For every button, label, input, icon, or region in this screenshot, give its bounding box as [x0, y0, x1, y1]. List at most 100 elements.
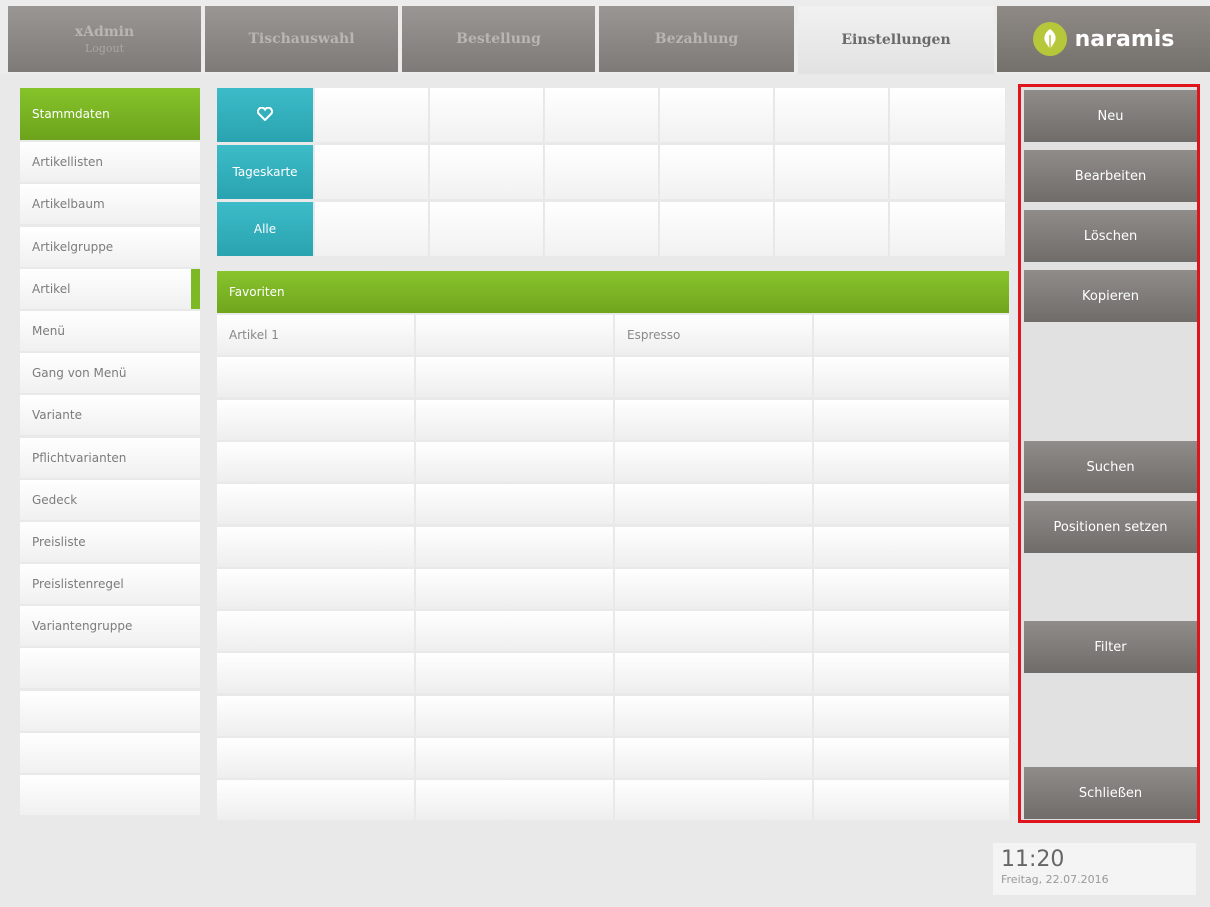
favorite-cell[interactable] [217, 399, 414, 440]
category-cell[interactable] [545, 202, 659, 256]
favorite-cell[interactable] [615, 357, 812, 398]
favorite-cell[interactable] [814, 399, 1009, 440]
tab-tischauswahl[interactable]: Tischauswahl [205, 6, 398, 72]
sidebar-item-variantengruppe[interactable]: Variantengruppe [20, 606, 200, 647]
favorite-cell[interactable] [615, 695, 812, 736]
favorite-cell[interactable] [217, 484, 414, 525]
category-cell[interactable] [660, 145, 774, 199]
category-cell[interactable] [315, 202, 429, 256]
category-cell[interactable] [430, 88, 544, 142]
tab-bestellung[interactable]: Bestellung [402, 6, 595, 72]
favorite-cell[interactable] [217, 780, 414, 821]
sidebar-item-preislistenregel[interactable]: Preislistenregel [20, 564, 200, 605]
favorite-cell[interactable] [615, 526, 812, 567]
favorite-cell[interactable] [814, 611, 1009, 652]
favorite-cell[interactable] [416, 357, 613, 398]
sidebar-item-artikelgruppe[interactable]: Artikelgruppe [20, 226, 200, 267]
close-button[interactable]: Schließen [1024, 767, 1197, 819]
sidebar-item-gang-von-menu[interactable]: Gang von Menü [20, 353, 200, 394]
favorite-cell[interactable] [615, 484, 812, 525]
favorite-cell[interactable] [217, 738, 414, 778]
favorite-cell[interactable]: Artikel 1 [217, 315, 414, 355]
favorite-cell[interactable] [416, 399, 613, 440]
sidebar-item-pflichtvarianten[interactable]: Pflichtvarianten [20, 437, 200, 478]
sidebar-item-empty[interactable] [20, 732, 200, 773]
favorite-cell[interactable] [814, 568, 1009, 609]
favorite-cell[interactable] [814, 357, 1009, 398]
favorite-cell[interactable] [615, 441, 812, 482]
tab-bezahlung[interactable]: Bezahlung [599, 6, 794, 72]
category-cell[interactable] [315, 145, 429, 199]
delete-button[interactable]: Löschen [1024, 210, 1197, 262]
sidebar-item-variante[interactable]: Variante [20, 395, 200, 436]
category-cell[interactable] [890, 145, 1006, 199]
favorite-cell[interactable] [615, 399, 812, 440]
favorite-cell[interactable] [416, 315, 613, 355]
category-cell[interactable] [775, 88, 889, 142]
favorite-cell[interactable] [416, 611, 613, 652]
tageskarte-category-button[interactable]: Tageskarte [217, 145, 313, 199]
category-cell[interactable] [315, 88, 429, 142]
favorite-cell[interactable] [615, 653, 812, 694]
logout-link[interactable]: Logout [85, 42, 124, 55]
favorite-cell[interactable] [615, 611, 812, 652]
category-cell[interactable] [775, 145, 889, 199]
favorite-cell[interactable] [416, 780, 613, 821]
sidebar-item-preisliste[interactable]: Preisliste [20, 521, 200, 562]
favorite-cell[interactable] [217, 653, 414, 694]
favorite-cell[interactable] [814, 695, 1009, 736]
category-cell[interactable] [775, 202, 889, 256]
set-positions-button[interactable]: Positionen setzen [1024, 501, 1197, 553]
favorite-cell[interactable] [615, 738, 812, 778]
alle-category-button[interactable]: Alle [217, 202, 313, 256]
category-cell[interactable] [890, 88, 1006, 142]
category-cell[interactable] [545, 88, 659, 142]
favorite-cell[interactable]: Espresso [615, 315, 812, 355]
sidebar-item-artikel[interactable]: Artikel [20, 268, 200, 309]
favorite-cell[interactable] [416, 484, 613, 525]
favorite-cell[interactable] [814, 441, 1009, 482]
favorite-cell[interactable] [615, 568, 812, 609]
filter-button[interactable]: Filter [1024, 621, 1197, 673]
favorite-cell[interactable] [416, 738, 613, 778]
favorite-cell[interactable] [814, 780, 1009, 821]
favorite-cell[interactable] [217, 357, 414, 398]
sidebar-item-empty[interactable] [20, 648, 200, 689]
sidebar-item-stammdaten[interactable]: Stammdaten [20, 88, 200, 140]
sidebar-item-empty[interactable] [20, 775, 200, 815]
sidebar-item-empty[interactable] [20, 690, 200, 731]
category-cell[interactable] [660, 202, 774, 256]
category-cell[interactable] [890, 202, 1006, 256]
category-cell[interactable] [660, 88, 774, 142]
favorite-cell[interactable] [217, 568, 414, 609]
favorite-cell[interactable] [217, 695, 414, 736]
favorite-cell[interactable] [416, 695, 613, 736]
edit-button[interactable]: Bearbeiten [1024, 150, 1197, 202]
favorites-category-button[interactable] [217, 88, 313, 142]
search-button[interactable]: Suchen [1024, 441, 1197, 493]
sidebar-item-menu[interactable]: Menü [20, 310, 200, 351]
tab-einstellungen[interactable]: Einstellungen [798, 6, 994, 74]
favorite-cell[interactable] [416, 441, 613, 482]
favorite-cell[interactable] [217, 611, 414, 652]
favorite-cell[interactable] [615, 780, 812, 821]
favorite-cell[interactable] [416, 526, 613, 567]
sidebar-item-gedeck[interactable]: Gedeck [20, 479, 200, 520]
favorite-cell[interactable] [217, 526, 414, 567]
new-button[interactable]: Neu [1024, 90, 1197, 142]
category-cell[interactable] [545, 145, 659, 199]
category-cell[interactable] [430, 202, 544, 256]
favorite-cell[interactable] [814, 315, 1009, 355]
favorite-cell[interactable] [416, 568, 613, 609]
favorite-cell[interactable] [814, 526, 1009, 567]
sidebar-item-artikellisten[interactable]: Artikellisten [20, 142, 200, 183]
favorite-cell[interactable] [217, 441, 414, 482]
favorite-cell[interactable] [416, 653, 613, 694]
category-cell[interactable] [430, 145, 544, 199]
sidebar-item-artikelbaum[interactable]: Artikelbaum [20, 184, 200, 225]
copy-button[interactable]: Kopieren [1024, 270, 1197, 322]
favorite-cell[interactable] [814, 653, 1009, 694]
favorite-cell[interactable] [814, 738, 1009, 778]
favorite-cell[interactable] [814, 484, 1009, 525]
user-tab[interactable]: xAdmin Logout [8, 6, 201, 72]
